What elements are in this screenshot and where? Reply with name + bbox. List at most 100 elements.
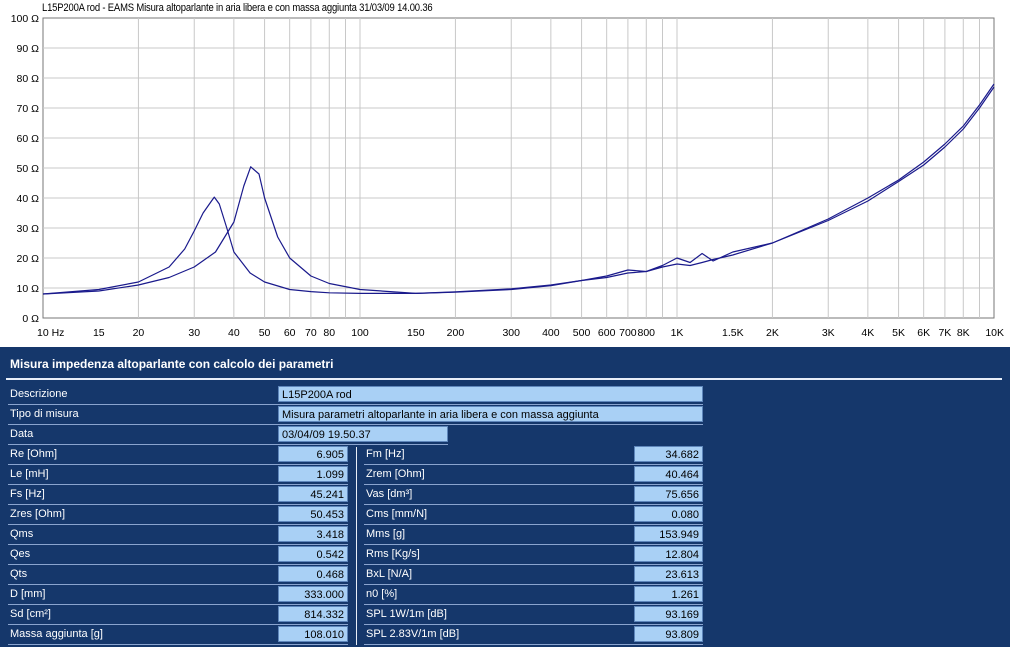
left-param-value[interactable]: 0.468 xyxy=(278,566,348,582)
x-tick-label: 800 xyxy=(638,327,656,339)
left-param-label: Fs [Hz] xyxy=(10,488,45,500)
row-separator xyxy=(8,504,348,505)
left-param-value[interactable]: 814.332 xyxy=(278,606,348,622)
row-separator xyxy=(364,644,703,645)
y-tick-label: 40 Ω xyxy=(17,193,40,205)
x-tick-label: 3K xyxy=(822,327,835,339)
right-param-value[interactable]: 93.809 xyxy=(634,626,703,642)
x-tick-label: 400 xyxy=(542,327,560,339)
right-param-label: BxL [N/A] xyxy=(366,568,413,580)
x-tick-label: 7K xyxy=(938,327,951,339)
x-tick-label: 100 xyxy=(351,327,369,339)
right-param-value[interactable]: 0.080 xyxy=(634,506,703,522)
x-tick-label: 15 xyxy=(93,327,105,339)
y-tick-label: 60 Ω xyxy=(17,133,40,145)
right-param-value[interactable]: 23.613 xyxy=(634,566,703,582)
x-tick-label: 300 xyxy=(502,327,520,339)
row-separator xyxy=(8,524,348,525)
row-separator xyxy=(8,564,348,565)
row-separator xyxy=(8,424,703,425)
parameters-panel: Misura impedenza altoparlante con calcol… xyxy=(0,347,1010,647)
left-param-label: Sd [cm²] xyxy=(10,608,51,620)
right-param-value[interactable]: 1.261 xyxy=(634,586,703,602)
right-param-value[interactable]: 12.804 xyxy=(634,546,703,562)
y-tick-label: 70 Ω xyxy=(17,103,40,115)
row-separator xyxy=(364,524,703,525)
x-tick-label: 1K xyxy=(671,327,684,339)
x-tick-label: 60 xyxy=(284,327,296,339)
left-param-label: D [mm] xyxy=(10,588,46,600)
left-param-value[interactable]: 3.418 xyxy=(278,526,348,542)
right-param-label: Fm [Hz] xyxy=(366,448,405,460)
data-label: Data xyxy=(10,428,34,440)
x-tick-label: 10 Hz xyxy=(37,327,64,339)
left-param-label: Re [Ohm] xyxy=(10,448,58,460)
row-separator xyxy=(8,464,348,465)
left-param-label: Massa aggiunta [g] xyxy=(10,628,103,640)
x-tick-label: 500 xyxy=(573,327,591,339)
row-separator xyxy=(8,484,348,485)
right-param-value[interactable]: 40.464 xyxy=(634,466,703,482)
x-tick-label: 80 xyxy=(323,327,335,339)
right-param-label: SPL 2.83V/1m [dB] xyxy=(366,628,460,640)
left-param-value[interactable]: 0.542 xyxy=(278,546,348,562)
left-param-label: Qes xyxy=(10,548,31,560)
row-separator xyxy=(364,484,703,485)
chart-title: L15P200A rod - EAMS Misura altoparlante … xyxy=(42,2,433,14)
y-tick-label: 50 Ω xyxy=(17,163,40,175)
tipo-misura-label: Tipo di misura xyxy=(10,408,79,420)
right-param-value[interactable]: 75.656 xyxy=(634,486,703,502)
y-tick-label: 10 Ω xyxy=(17,283,40,295)
row-separator xyxy=(8,404,703,405)
tipo-misura-field[interactable]: Misura parametri altoparlante in aria li… xyxy=(278,406,703,422)
x-tick-label: 1.5K xyxy=(722,327,744,339)
row-separator xyxy=(364,564,703,565)
left-param-value[interactable]: 1.099 xyxy=(278,466,348,482)
data-field[interactable]: 03/04/09 19.50.37 xyxy=(278,426,448,442)
x-tick-label: 40 xyxy=(228,327,240,339)
left-param-label: Le [mH] xyxy=(10,468,49,480)
y-tick-label: 80 Ω xyxy=(17,73,40,85)
x-tick-label: 700 xyxy=(619,327,637,339)
impedance-chart-area: 0 Ω 10 Ω 20 Ω 30 Ω 40 Ω 50 Ω 60 Ω 70 Ω 80 Ω 90 Ω 1… xyxy=(0,0,1010,347)
row-separator xyxy=(8,584,348,585)
left-param-label: Zres [Ohm] xyxy=(10,508,66,520)
right-param-label: SPL 1W/1m [dB] xyxy=(366,608,447,620)
descrizione-label: Descrizione xyxy=(10,388,68,400)
y-tick-label: 20 Ω xyxy=(17,253,40,265)
x-tick-label: 5K xyxy=(892,327,905,339)
row-separator xyxy=(8,444,448,445)
column-separator xyxy=(356,447,357,645)
panel-title: Misura impedenza altoparlante con calcol… xyxy=(10,357,334,371)
right-param-value[interactable]: 93.169 xyxy=(634,606,703,622)
row-separator xyxy=(364,504,703,505)
row-separator xyxy=(8,544,348,545)
descrizione-field[interactable]: L15P200A rod xyxy=(278,386,703,402)
x-tick-label: 150 xyxy=(407,327,425,339)
left-param-value[interactable]: 45.241 xyxy=(278,486,348,502)
right-param-value[interactable]: 153.949 xyxy=(634,526,703,542)
right-param-label: Cms [mm/N] xyxy=(366,508,428,520)
right-param-label: n0 [%] xyxy=(366,588,398,600)
left-param-value[interactable]: 50.453 xyxy=(278,506,348,522)
row-separator xyxy=(364,584,703,585)
row-separator xyxy=(8,604,348,605)
left-param-label: Qms xyxy=(10,528,34,540)
x-tick-label: 10K xyxy=(985,327,1004,339)
x-tick-label: 200 xyxy=(447,327,465,339)
panel-divider xyxy=(6,378,1002,380)
right-param-label: Mms [g] xyxy=(366,528,406,540)
y-tick-label: 0 Ω xyxy=(22,313,39,325)
left-param-value[interactable]: 333.000 xyxy=(278,586,348,602)
right-param-label: Vas [dm³] xyxy=(366,488,413,500)
left-param-value[interactable]: 108.010 xyxy=(278,626,348,642)
x-tick-label: 50 xyxy=(259,327,271,339)
row-separator xyxy=(364,624,703,625)
x-tick-label: 6K xyxy=(917,327,930,339)
y-tick-label: 100 Ω xyxy=(11,13,39,25)
row-separator xyxy=(8,624,348,625)
right-param-value[interactable]: 34.682 xyxy=(634,446,703,462)
x-tick-label: 8K xyxy=(957,327,970,339)
row-separator xyxy=(8,644,348,645)
left-param-value[interactable]: 6.905 xyxy=(278,446,348,462)
